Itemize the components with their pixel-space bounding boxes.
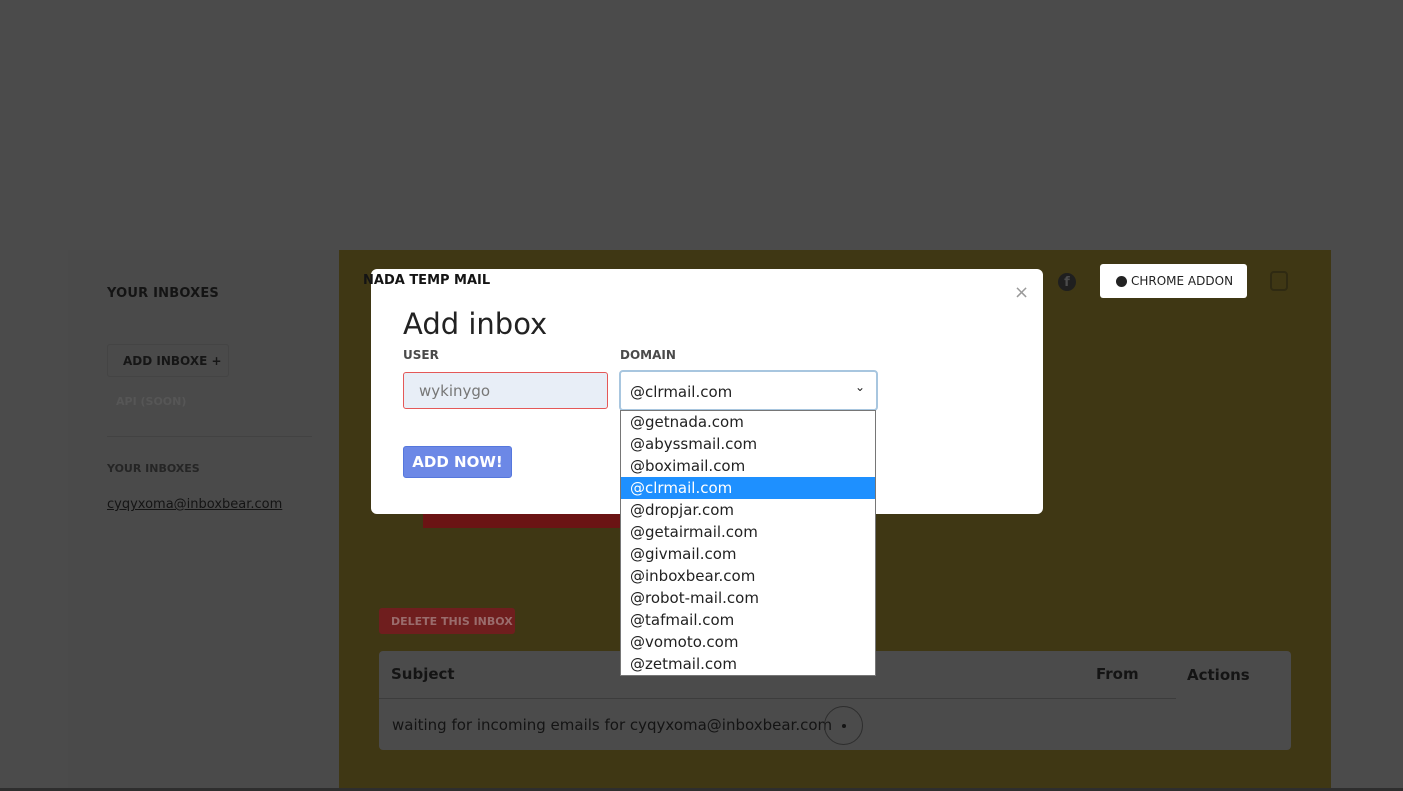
domain-option[interactable]: @getnada.com [621,411,875,433]
modal-title: Add inbox [403,307,548,341]
column-from: From [1096,665,1139,683]
api-link: API (SOON) [116,395,187,408]
domain-select[interactable]: @clrmail.com ⌄ [619,370,878,411]
user-label: USER [403,348,439,362]
delete-inbox-label: DELETE THIS INBOX [391,615,513,628]
table-header-divider [379,698,1176,699]
add-inbox-label: ADD INBOXE + [123,354,222,368]
sidebar-title: YOUR INBOXES [107,286,219,301]
brand-logo: NADA TEMP MAIL [363,273,491,288]
domain-option[interactable]: @vomoto.com [621,631,875,653]
domain-option[interactable]: @dropjar.com [621,499,875,521]
loading-spinner-icon [824,706,863,745]
close-icon[interactable]: × [1014,284,1029,302]
chevron-down-icon: ⌄ [854,380,865,394]
domain-option-selected[interactable]: @clrmail.com [621,477,875,499]
column-subject: Subject [391,665,455,683]
delete-inbox-button[interactable]: DELETE THIS INBOX [379,608,515,634]
add-now-button[interactable]: ADD NOW! [403,446,512,478]
column-actions: Actions [1187,666,1250,684]
domain-option[interactable]: @inboxbear.com [621,565,875,587]
domain-dropdown-list: @getnada.com @abyssmail.com @boximail.co… [620,410,876,676]
sidebar-divider [107,436,312,437]
domain-option[interactable]: @getairmail.com [621,521,875,543]
theme-toggle-icon[interactable] [1270,271,1288,291]
domain-option[interactable]: @zetmail.com [621,653,875,675]
facebook-icon[interactable]: f [1058,273,1076,291]
domain-option[interactable]: @abyssmail.com [621,433,875,455]
inboxes-heading: YOUR INBOXES [107,462,200,475]
domain-option[interactable]: @givmail.com [621,543,875,565]
domain-selected-value: @clrmail.com [630,383,733,401]
waiting-message: waiting for incoming emails for cyqyxoma… [392,716,833,734]
user-input[interactable] [403,372,608,409]
sidebar-inbox-link[interactable]: cyqyxoma@inboxbear.com [107,497,282,512]
chrome-addon-label: CHROME ADDON [1131,274,1234,288]
domain-label: DOMAIN [620,348,676,362]
sidebar [68,250,339,791]
download-icon [1116,276,1127,287]
chrome-addon-button[interactable]: CHROME ADDON [1100,264,1247,298]
domain-option[interactable]: @boximail.com [621,455,875,477]
add-inbox-button[interactable]: ADD INBOXE + [107,344,229,377]
domain-option[interactable]: @tafmail.com [621,609,875,631]
domain-option[interactable]: @robot-mail.com [621,587,875,609]
